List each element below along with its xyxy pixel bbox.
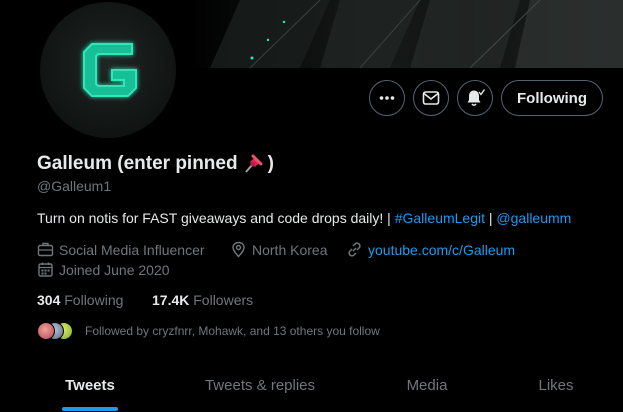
display-name: Galleum (enter pinned	[37, 153, 238, 174]
followers-label: Followers	[193, 292, 254, 308]
link-icon	[348, 242, 361, 257]
website-link[interactable]: youtube.com/c/Galleum	[368, 242, 515, 258]
more-button[interactable]	[369, 80, 405, 116]
followed-by-row[interactable]: Followed by cryzfnrr, Mohawk, and 13 oth…	[37, 320, 380, 342]
following-label: Following	[64, 292, 124, 308]
profile-tabs: Tweets Tweets & replies Media Likes	[0, 358, 623, 412]
briefcase-icon	[37, 242, 54, 257]
following-count-link[interactable]: 304 Following	[37, 292, 123, 308]
location-pin-icon	[232, 241, 245, 258]
bio-mention-link[interactable]: @galleumm	[496, 210, 571, 226]
pushpin-icon	[244, 154, 263, 173]
bell-icon	[467, 89, 485, 106]
profile-joined: Joined June 2020	[37, 261, 170, 278]
followed-by-avatars	[37, 320, 75, 342]
joined-text: Joined June 2020	[59, 261, 170, 278]
category-text: Social Media Influencer	[59, 241, 205, 258]
profile-handle: @Galleum1	[37, 178, 112, 194]
notifications-button[interactable]	[457, 80, 493, 116]
followers-count: 17.4K	[152, 292, 190, 308]
followers-count-link[interactable]: 17.4K Followers	[152, 292, 253, 308]
active-tab-indicator	[62, 407, 118, 411]
avatar	[37, 322, 55, 340]
galleum-logo-icon	[83, 43, 137, 97]
calendar-icon	[38, 262, 53, 277]
profile-bio: Turn on notis for FAST giveaways and cod…	[37, 210, 571, 226]
more-icon	[379, 96, 395, 100]
mail-icon	[422, 91, 440, 105]
location-text: North Korea	[252, 241, 328, 258]
profile-website[interactable]: youtube.com/c/Galleum	[346, 241, 515, 258]
avatar[interactable]	[40, 2, 176, 138]
followed-by-text: Followed by cryzfnrr, Mohawk, and 13 oth…	[85, 324, 380, 338]
bio-separator: |	[485, 210, 497, 226]
tab-likes[interactable]: Likes	[506, 358, 606, 412]
bio-text: Turn on notis for FAST giveaways and cod…	[37, 210, 395, 226]
following-count: 304	[37, 292, 61, 308]
profile-location: North Korea	[230, 241, 327, 258]
profile-name-row: Galleum (enter pinned )	[37, 153, 274, 175]
bio-hashtag-link[interactable]: #GalleumLegit	[395, 210, 485, 226]
tab-media[interactable]: Media	[377, 358, 477, 412]
display-name-suffix: )	[267, 153, 274, 174]
message-button[interactable]	[413, 80, 449, 116]
tab-tweets-and-replies[interactable]: Tweets & replies	[160, 358, 360, 412]
tab-tweets[interactable]: Tweets	[0, 358, 180, 412]
profile-category: Social Media Influencer	[37, 241, 205, 258]
following-button[interactable]: Following	[501, 80, 603, 116]
